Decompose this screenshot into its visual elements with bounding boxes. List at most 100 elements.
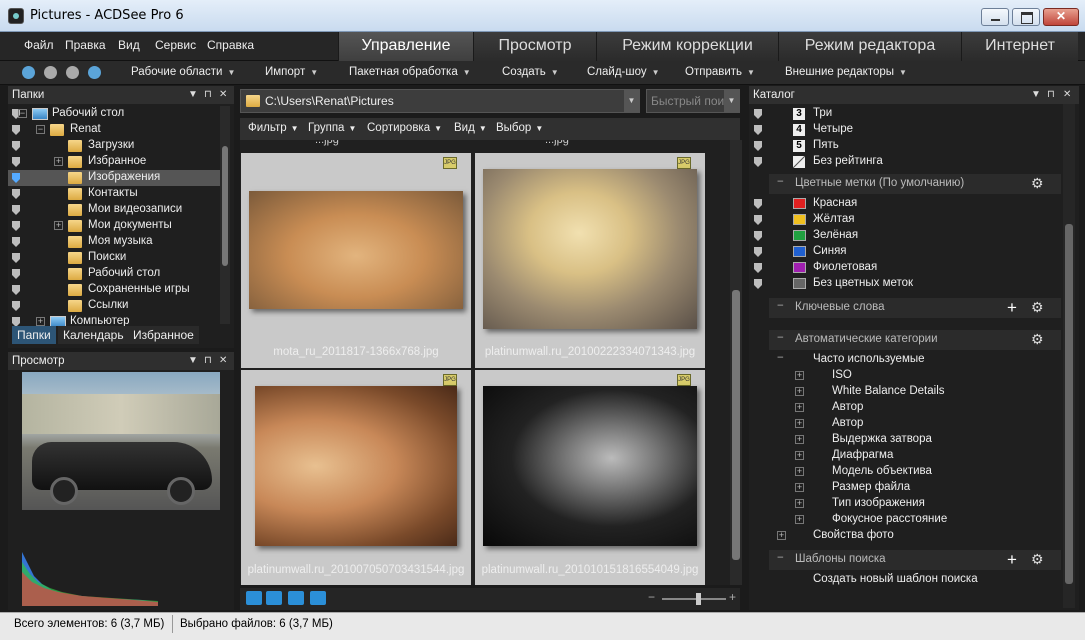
rating-item[interactable]: 5 Пять [749, 138, 1061, 154]
pin-marker-icon[interactable] [754, 231, 762, 241]
up-icon[interactable] [88, 66, 101, 79]
expand-icon[interactable]: + [795, 499, 804, 508]
file-thumbnail[interactable]: JPG [241, 370, 471, 585]
pin-marker-icon[interactable] [754, 247, 762, 257]
menu-tools[interactable]: Сервис [155, 38, 196, 52]
pin-marker-icon[interactable] [12, 157, 20, 167]
expand-icon[interactable]: + [36, 317, 45, 326]
file-thumbnail[interactable]: JPG [241, 153, 471, 368]
expand-icon[interactable]: + [777, 531, 786, 540]
color-label-item[interactable]: Без цветных меток [749, 276, 1061, 292]
tree-item[interactable]: + Мои документы [8, 218, 220, 234]
frequent-group[interactable]: Часто используемые − [749, 352, 1061, 368]
pin-marker-icon[interactable] [754, 157, 762, 167]
file-thumbnail[interactable]: JPG [475, 153, 705, 368]
create-search-template-item[interactable]: Создать новый шаблон поиска [749, 572, 1061, 588]
panel-close-icon[interactable]: ✕ [219, 89, 227, 100]
search-templates-section[interactable]: Шаблоны поиска − + ⚙ [769, 550, 1061, 570]
expand-icon[interactable]: + [795, 451, 804, 460]
collapse-icon[interactable]: − [777, 552, 784, 564]
add-icon[interactable]: + [1007, 298, 1017, 318]
refresh-icon[interactable] [288, 591, 304, 605]
expand-icon[interactable]: + [54, 221, 63, 230]
toolbar-import[interactable]: Импорт ▼ [265, 66, 318, 78]
zoom-slider-handle[interactable] [696, 593, 701, 605]
expand-icon[interactable]: − [18, 109, 27, 118]
color-label-item[interactable]: Синяя [749, 244, 1061, 260]
collapse-icon[interactable]: − [777, 176, 784, 188]
sort-menu[interactable]: Сортировка ▼ [367, 122, 442, 134]
add-icon[interactable]: + [1007, 550, 1017, 570]
rotate-left-icon[interactable] [246, 591, 262, 605]
panel-close-icon[interactable]: ✕ [219, 355, 227, 366]
menu-edit[interactable]: Правка [65, 38, 106, 52]
pin-marker-icon[interactable] [754, 279, 762, 289]
file-name[interactable]: platinumwall.ru_201010151816554049.jpg [475, 564, 705, 582]
catalog-scrollbar[interactable] [1063, 104, 1075, 608]
pin-marker-icon[interactable] [12, 141, 20, 151]
search-dropdown-icon[interactable]: ▼ [724, 90, 739, 112]
tree-item[interactable]: Мои видеозаписи [8, 202, 220, 218]
toolbar-external-editors[interactable]: Внешние редакторы ▼ [785, 66, 907, 78]
auto-category-item[interactable]: + Модель объектива [749, 464, 1061, 480]
expand-icon[interactable]: − [36, 125, 45, 134]
auto-category-item[interactable]: + Диафрагма [749, 448, 1061, 464]
toolbar-workspaces[interactable]: Рабочие области ▼ [131, 66, 235, 78]
minimize-button[interactable] [981, 8, 1009, 26]
gear-icon[interactable]: ⚙ [1031, 299, 1044, 316]
pin-marker-icon[interactable] [754, 109, 762, 119]
acdsee-app-icon[interactable] [8, 8, 24, 24]
pin-marker-icon[interactable] [12, 317, 20, 326]
tab-online[interactable]: Интернет [961, 32, 1078, 61]
photo-properties-item[interactable]: + Свойства фото [749, 528, 1061, 544]
gear-icon[interactable]: ⚙ [1031, 175, 1044, 192]
auto-category-item[interactable]: + White Balance Details [749, 384, 1061, 400]
toolbar-send[interactable]: Отправить ▼ [685, 66, 755, 78]
file-list-scrollbar[interactable] [730, 140, 742, 585]
panel-close-icon[interactable]: ✕ [1063, 89, 1071, 100]
collapse-icon[interactable]: − [777, 332, 784, 344]
pin-marker-icon[interactable] [12, 285, 20, 295]
tab-calendar[interactable]: Календарь [58, 326, 129, 344]
tab-edit[interactable]: Режим редактора [778, 32, 961, 61]
tree-item[interactable]: Рабочий стол [8, 266, 220, 282]
filter-menu[interactable]: Фильтр ▼ [248, 122, 299, 134]
rotate-right-icon[interactable] [266, 591, 282, 605]
file-thumbnail[interactable]: JPG [475, 370, 705, 585]
zoom-in-icon[interactable]: + [729, 590, 736, 604]
home-icon[interactable] [22, 66, 35, 79]
gear-icon[interactable]: ⚙ [1031, 331, 1044, 348]
expand-icon[interactable]: + [795, 371, 804, 380]
forward-icon[interactable] [66, 66, 79, 79]
tab-develop[interactable]: Режим коррекции [596, 32, 778, 61]
menu-file[interactable]: Файл [24, 38, 54, 52]
color-label-item[interactable]: Жёлтая [749, 212, 1061, 228]
file-name[interactable]: platinumwall.ru_20100222334071343.jpg [475, 346, 705, 364]
expand-icon[interactable]: + [795, 515, 804, 524]
pin-marker-icon[interactable] [12, 237, 20, 247]
auto-category-item[interactable]: + Фокусное расстояние [749, 512, 1061, 528]
close-button[interactable] [1043, 8, 1079, 26]
color-label-item[interactable]: Зелёная [749, 228, 1061, 244]
menu-view[interactable]: Вид [118, 38, 140, 52]
auto-category-item[interactable]: + Выдержка затвора [749, 432, 1061, 448]
zoom-slider[interactable] [662, 598, 726, 600]
group-menu[interactable]: Группа ▼ [308, 122, 356, 134]
pin-marker-icon[interactable] [12, 221, 20, 231]
view-menu[interactable]: Вид ▼ [454, 122, 487, 134]
toolbar-batch[interactable]: Пакетная обработка ▼ [349, 66, 471, 78]
pin-marker-icon[interactable] [12, 269, 20, 279]
pin-marker-icon[interactable] [12, 205, 20, 215]
auto-category-item[interactable]: + Размер файла [749, 480, 1061, 496]
path-dropdown-icon[interactable]: ▼ [624, 90, 639, 112]
pin-icon[interactable]: ⊓ [1047, 89, 1055, 100]
back-icon[interactable] [44, 66, 57, 79]
pin-marker-icon[interactable] [754, 263, 762, 273]
expand-icon[interactable]: + [795, 435, 804, 444]
tree-item[interactable]: Сохраненные игры [8, 282, 220, 298]
pin-marker-icon[interactable] [12, 173, 20, 183]
maximize-button[interactable] [1012, 8, 1040, 26]
file-name[interactable]: mota_ru_2011817-1366x768.jpg [241, 346, 471, 364]
tree-item[interactable]: − Renat [8, 122, 220, 138]
tree-item[interactable]: Поиски [8, 250, 220, 266]
